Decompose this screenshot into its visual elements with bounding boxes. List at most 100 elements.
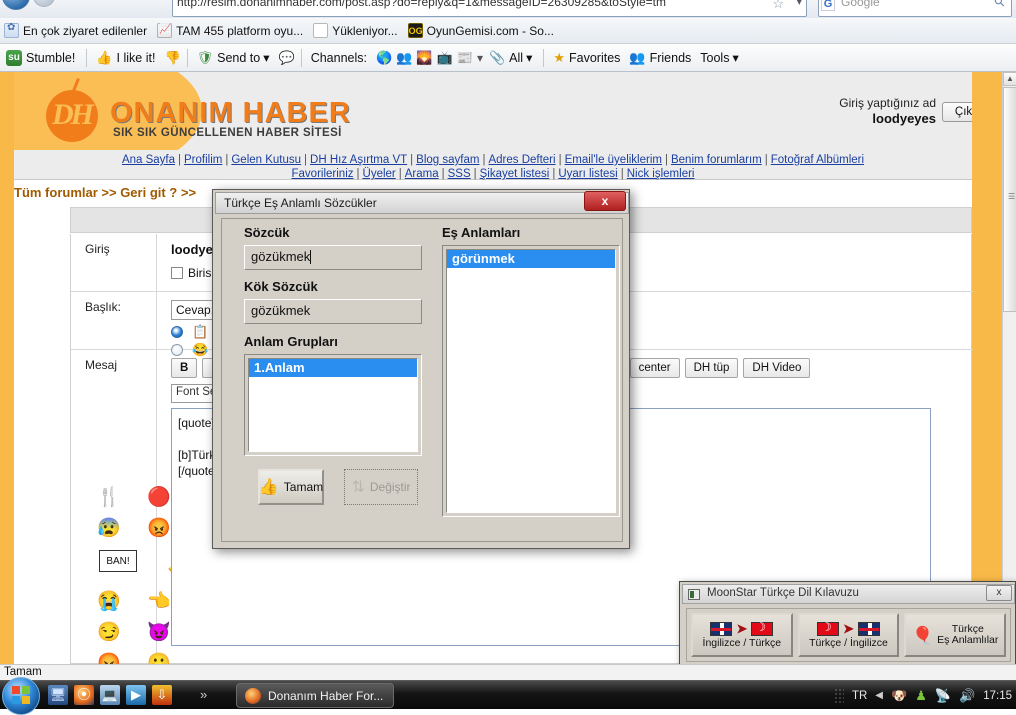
emoticon-red-angry[interactable]: 😡 xyxy=(97,652,121,665)
nav-link-sss[interactable]: SSS xyxy=(448,168,471,180)
nav-link-blog-sayfam[interactable]: Blog sayfam xyxy=(416,154,479,166)
nav-link-favorileriniz[interactable]: Favorileriniz xyxy=(292,168,354,180)
chevron-down-icon[interactable]: ▾ xyxy=(526,50,532,65)
more-icon[interactable]: » xyxy=(200,687,207,702)
bookmark-item[interactable]: En çok ziyaret edilenler xyxy=(4,22,147,38)
sozcuk-input[interactable]: gözükmek xyxy=(244,245,422,270)
thumbs-down-icon[interactable]: 👎 xyxy=(164,50,180,66)
stumble-button[interactable]: su Stumble! xyxy=(6,49,75,66)
all-button[interactable]: All ▾ xyxy=(509,50,532,66)
favorites-button[interactable]: ★ Favorites xyxy=(553,50,620,66)
dh-video-button[interactable]: DH Video xyxy=(743,358,811,378)
news-icon[interactable]: 📰 xyxy=(457,50,473,66)
emoticon-devil-smiley[interactable]: 😈 xyxy=(147,621,171,645)
bookmark-item[interactable]: OG OyunGemisi.com - So... xyxy=(407,23,554,38)
turkish-synonyms-button[interactable]: 🎈 Türkçe Eş Anlamlılar xyxy=(904,613,1007,657)
bold-button[interactable]: B xyxy=(171,358,198,378)
friends-button[interactable]: 👥 Friends xyxy=(629,50,691,66)
people-icon[interactable]: 👥 xyxy=(396,50,412,66)
radio-option-3[interactable] xyxy=(171,344,183,356)
nav-link-uyeler[interactable]: Üyeler xyxy=(363,168,396,180)
comment-bubble-icon[interactable]: 💬 xyxy=(279,50,295,66)
page-scrollbar[interactable]: ▲ ☰ xyxy=(1002,72,1016,664)
emoticon-red-tongue[interactable]: 😡 xyxy=(147,517,171,541)
media-player-icon[interactable]: ▶ xyxy=(126,685,146,705)
emoticon-yellow-smile[interactable]: 😀 xyxy=(147,652,171,665)
back-button[interactable] xyxy=(2,0,30,10)
search-box[interactable]: G Google ⚲ xyxy=(818,0,1012,17)
show-desktop-icon[interactable]: 🖥 xyxy=(48,685,68,705)
clock[interactable]: 17:15 xyxy=(983,690,1012,702)
nav-link-arama[interactable]: Arama xyxy=(405,168,439,180)
scrollbar-thumb[interactable]: ☰ xyxy=(1003,87,1016,312)
align-center-button[interactable]: center xyxy=(629,358,680,378)
nav-link-adres-defteri[interactable]: Adres Defteri xyxy=(488,154,555,166)
address-bar[interactable]: http://resim.donanimhaber.com/post.asp?d… xyxy=(172,0,807,17)
firefox-icon[interactable]: ⦿ xyxy=(74,685,94,705)
stop-icon[interactable]: ✕ xyxy=(88,0,102,3)
notify-checkbox[interactable] xyxy=(171,267,183,279)
photo-icon[interactable]: 🌄 xyxy=(416,50,432,66)
nav-link-sikayet-listesi[interactable]: Şikayet listesi xyxy=(480,168,550,180)
close-icon[interactable]: x xyxy=(584,191,626,211)
tray-expand-icon[interactable]: ◀ xyxy=(875,690,883,701)
like-button[interactable]: 👍 I like it! xyxy=(96,50,155,66)
person-icon[interactable]: ♟ xyxy=(915,688,927,704)
list-item[interactable]: görünmek xyxy=(447,250,615,268)
chevron-down-icon[interactable]: ▾ xyxy=(477,51,483,65)
list-icon[interactable]: 📋 xyxy=(192,324,208,340)
forward-button[interactable] xyxy=(33,0,55,7)
network-icon[interactable]: 📡 xyxy=(935,688,951,704)
download-manager-icon[interactable]: ⇩ xyxy=(152,685,172,705)
nav-link-ana-sayfa[interactable]: Ana Sayfa xyxy=(122,154,175,166)
emoticon-pacman-red[interactable]: 🔴 xyxy=(147,486,171,510)
emoticon-ban-sign[interactable]: BAN! xyxy=(97,544,141,582)
anlam-gruplari-list[interactable]: 1.Anlam xyxy=(244,354,422,456)
logout-button[interactable]: Çıkış xyxy=(942,102,972,122)
chevron-down-icon[interactable]: ▾ xyxy=(263,50,269,65)
turkish-english-button[interactable]: ➤ Türkçe / İngilizce xyxy=(797,613,900,657)
nav-link-benim-forumlarim[interactable]: Benim forumlarım xyxy=(671,154,762,166)
start-button[interactable] xyxy=(2,677,40,715)
globe-icon[interactable]: 🌎 xyxy=(376,50,392,66)
laughing-smiley-icon[interactable]: 😂 xyxy=(192,342,208,358)
dialog-titlebar[interactable]: Türkçe Eş Anlamlı Sözcükler x xyxy=(215,191,629,214)
close-icon[interactable]: x xyxy=(986,585,1012,601)
search-icon[interactable]: ⚲ xyxy=(991,0,1009,11)
tv-icon[interactable]: 📺 xyxy=(437,50,453,66)
english-turkish-button[interactable]: ➤ İngilizce / Türkçe xyxy=(691,613,793,657)
nav-link-uyari-listesi[interactable]: Uyarı listesi xyxy=(558,168,617,180)
nav-link-gelen-kutusu[interactable]: Gelen Kutusu xyxy=(231,154,301,166)
scroll-up-arrow-icon[interactable]: ▲ xyxy=(1003,72,1016,86)
emoticon-blue-angry[interactable]: 😰 xyxy=(97,517,121,541)
kok-sozcuk-input[interactable]: gözükmek xyxy=(244,299,422,324)
tamam-button[interactable]: 👍 Tamam xyxy=(258,469,324,505)
list-item[interactable]: 1.Anlam xyxy=(249,359,417,377)
send-to-button[interactable]: 🛡 Send to ▾ xyxy=(197,50,270,66)
tools-button[interactable]: Tools ▾ xyxy=(700,50,738,66)
bookmark-star-icon[interactable]: ☆ xyxy=(772,0,784,12)
taskbar-item-firefox[interactable]: Donanım Haber For... xyxy=(236,683,394,708)
language-indicator[interactable]: TR xyxy=(852,690,867,702)
paperclip-icon[interactable]: 📎 xyxy=(489,50,505,66)
moonstar-titlebar[interactable]: MoonStar Türkçe Dil Kılavuzu x xyxy=(682,584,1015,604)
reload-icon[interactable]: ↻ xyxy=(62,0,76,3)
nav-link-profilim[interactable]: Profilim xyxy=(184,154,222,166)
dog-icon[interactable]: 🐶 xyxy=(891,688,907,704)
nav-link-email-uyeliklerim[interactable]: Email'le üyeliklerim xyxy=(565,154,662,166)
emoticon-yellow-smirk[interactable]: 😏 xyxy=(97,621,121,645)
bookmark-item[interactable]: Yükleniyor... xyxy=(313,23,398,38)
bookmark-item[interactable]: TAM 455 platform oyu... xyxy=(157,23,303,38)
radio-option-none[interactable] xyxy=(171,326,183,338)
emoticon-pointing-hand[interactable]: 👈 xyxy=(147,590,171,614)
volume-icon[interactable]: 🔊 xyxy=(959,688,975,704)
emoticon-blue-crying[interactable]: 😭 xyxy=(97,590,121,614)
emoticon-cutlery-smiley[interactable]: 🍴 xyxy=(97,486,121,510)
chevron-down-icon[interactable]: ▾ xyxy=(796,0,802,8)
nav-link-fotograf-albumleri[interactable]: Fotoğraf Albümleri xyxy=(771,154,864,166)
nav-link-nick-islemleri[interactable]: Nick işlemleri xyxy=(627,168,695,180)
dh-logo[interactable]: DH xyxy=(40,78,108,144)
es-anlamlari-list[interactable]: görünmek xyxy=(442,245,620,517)
home-icon[interactable]: ⌂ xyxy=(116,0,124,3)
nav-link-hiz-asirtma[interactable]: DH Hız Aşırtma VT xyxy=(310,154,407,166)
